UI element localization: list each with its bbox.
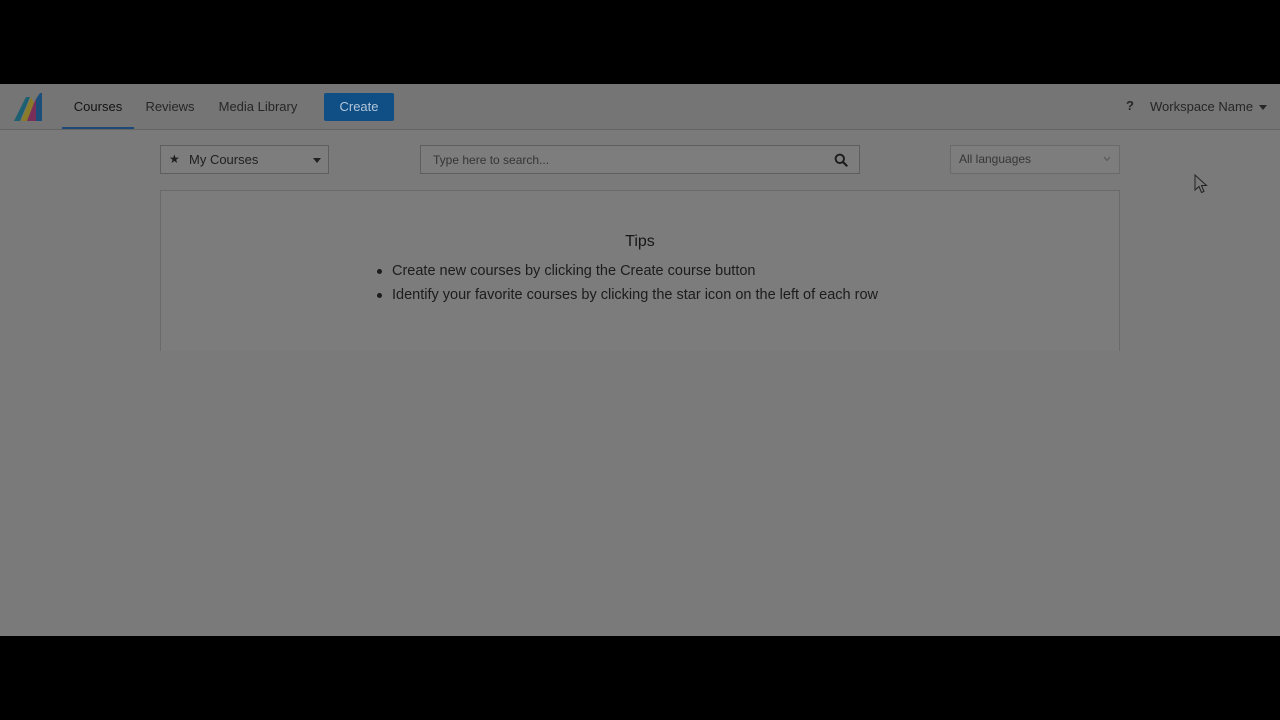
mouse-pointer-icon (1194, 174, 1208, 194)
tab-media-library[interactable]: Media Library (214, 84, 302, 129)
search-icon[interactable] (834, 153, 848, 167)
star-icon: ★ (169, 152, 180, 166)
top-navbar: Courses Reviews Media Library Create ? W… (0, 84, 1280, 130)
my-courses-label: My Courses (189, 152, 259, 167)
workspace-menu[interactable]: Workspace Name (1150, 84, 1268, 129)
tab-courses-label: Courses (73, 99, 123, 114)
caret-down-icon (313, 158, 321, 163)
create-button[interactable]: Create (324, 93, 394, 121)
app-viewport: Courses Reviews Media Library Create ? W… (0, 84, 1280, 636)
language-select-label: All languages (959, 152, 1032, 166)
tab-reviews[interactable]: Reviews (142, 84, 198, 129)
search-box (420, 145, 860, 174)
caret-down-icon (1259, 105, 1268, 111)
chevron-down-icon (1103, 156, 1111, 162)
app-logo[interactable] (12, 91, 44, 123)
language-select[interactable]: All languages (950, 145, 1120, 174)
tab-courses[interactable]: Courses (62, 84, 134, 129)
help-icon[interactable]: ? (1126, 97, 1134, 115)
tips-panel: Tips Create new courses by clicking the … (160, 190, 1120, 351)
tip-item: Identify your favorite courses by clicki… (376, 283, 878, 307)
tab-reviews-label: Reviews (145, 99, 195, 114)
active-tab-indicator (62, 127, 134, 129)
my-courses-dropdown[interactable]: ★ My Courses (160, 145, 329, 174)
tip-item: Create new courses by clicking the Creat… (376, 259, 878, 283)
workspace-name: Workspace Name (1150, 99, 1254, 114)
tips-list: Create new courses by clicking the Creat… (376, 259, 878, 307)
tab-media-library-label: Media Library (218, 99, 298, 114)
search-input[interactable] (421, 146, 823, 173)
tips-title: Tips (625, 233, 655, 250)
